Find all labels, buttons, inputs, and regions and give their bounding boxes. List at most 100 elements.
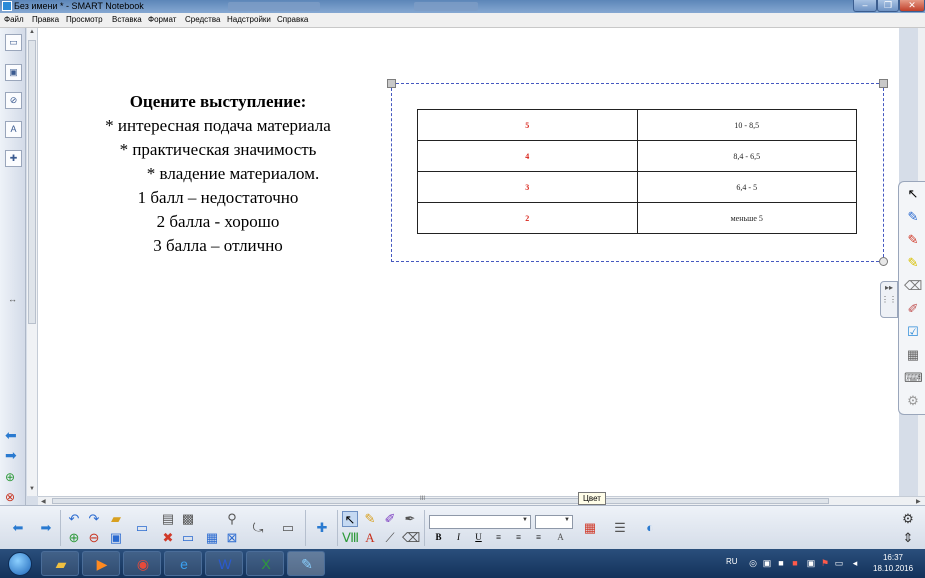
scroll-left-icon[interactable]: ◀: [41, 498, 46, 505]
taskbar-excel[interactable]: X: [246, 551, 284, 576]
paste-icon[interactable]: ▤: [160, 511, 176, 527]
page-sorter-tab[interactable]: ▭: [5, 34, 22, 51]
table-icon[interactable]: ▦: [204, 530, 220, 546]
evaluation-text-block[interactable]: Оцените выступление: * интересная подача…: [78, 90, 358, 258]
pen-tool-icon[interactable]: ✎: [362, 511, 378, 527]
open-file-icon[interactable]: ▰: [108, 511, 124, 527]
tray-app-icon[interactable]: ◎: [748, 558, 758, 568]
align-center-button[interactable]: ≡: [511, 530, 526, 545]
addon-puzzle-icon[interactable]: ✚: [314, 520, 330, 536]
scroll-right-icon[interactable]: ▶: [916, 498, 921, 505]
taskbar-word[interactable]: W: [205, 551, 243, 576]
line-tool-icon[interactable]: ⟋: [382, 530, 398, 546]
rotate-icon[interactable]: ⤿: [250, 520, 266, 536]
menu-tools[interactable]: Средства: [185, 15, 220, 24]
menu-addons[interactable]: Надстройки: [227, 15, 271, 24]
network-icon[interactable]: ▭: [834, 558, 844, 568]
scroll-down-icon[interactable]: ▼: [29, 486, 35, 492]
line-style-icon[interactable]: ☰: [612, 520, 628, 536]
redo-icon[interactable]: ↷: [86, 511, 102, 527]
range-cell[interactable]: 8,4 - 6,5: [636, 140, 857, 172]
eraser-tool-icon[interactable]: ⌫: [402, 530, 420, 546]
display-icon[interactable]: ▭: [180, 530, 196, 546]
resize-handle[interactable]: [879, 257, 888, 266]
menu-insert[interactable]: Вставка: [112, 15, 142, 24]
font-family-select[interactable]: ▼: [429, 515, 531, 529]
tray-app-icon[interactable]: ▣: [806, 558, 816, 568]
pen-tray-collapse-tab[interactable]: ▸▸ ⋮⋮: [880, 281, 898, 318]
taskbar-explorer[interactable]: ▰: [41, 551, 79, 576]
range-cell[interactable]: 6,4 - 5: [636, 171, 857, 203]
document-camera-icon[interactable]: ⚲: [224, 511, 240, 527]
notebook-page[interactable]: Оцените выступление: * интересная подача…: [38, 28, 899, 496]
menu-help[interactable]: Справка: [277, 15, 308, 24]
windows-start-icon[interactable]: [8, 552, 32, 576]
settings-gear-icon[interactable]: ⚙: [904, 392, 922, 410]
ink-aware-icon[interactable]: ☑: [904, 323, 922, 341]
save-icon[interactable]: ▣: [108, 530, 124, 546]
score-cell[interactable]: 3: [417, 171, 638, 203]
align-left-button[interactable]: ≡: [491, 530, 506, 545]
select-arrow-icon[interactable]: ↖: [904, 185, 922, 203]
bold-button[interactable]: B: [431, 530, 446, 545]
next-page-button[interactable]: ➡: [38, 520, 54, 536]
screen-capture-icon[interactable]: ▩: [180, 511, 196, 527]
range-cell[interactable]: 10 - 8,5: [636, 109, 857, 141]
horizontal-scrollbar[interactable]: ◀ III ▶: [38, 496, 925, 505]
addons-tab[interactable]: ✚: [5, 150, 22, 167]
input-language[interactable]: RU: [726, 557, 738, 566]
select-tool-icon[interactable]: ↖: [342, 511, 358, 527]
highlighter-icon[interactable]: ✎: [904, 254, 922, 272]
font-size-select[interactable]: ▼: [535, 515, 573, 529]
text-format-icon[interactable]: A: [553, 530, 568, 545]
presentation-icon[interactable]: ▭: [280, 520, 296, 536]
score-cell[interactable]: 5: [417, 109, 638, 141]
taskbar-media-player[interactable]: ▶: [82, 551, 120, 576]
minimize-button[interactable]: –: [853, 0, 877, 12]
menu-edit[interactable]: Правка: [32, 15, 59, 24]
undo-icon[interactable]: ↶: [66, 511, 82, 527]
previous-page-icon[interactable]: ⬅: [5, 428, 17, 442]
text-tool-icon[interactable]: A: [362, 530, 378, 546]
clear-ink-icon[interactable]: ✐: [904, 300, 922, 318]
red-pen-icon[interactable]: ✎: [904, 231, 922, 249]
delete-page-icon[interactable]: ⊗: [5, 490, 15, 504]
gallery-tab[interactable]: ▣: [5, 64, 22, 81]
tray-app-icon[interactable]: ■: [790, 558, 800, 568]
action-center-flag-icon[interactable]: ⚑: [820, 558, 830, 568]
attachments-tab[interactable]: ⊘: [5, 92, 22, 109]
align-right-button[interactable]: ≡: [531, 530, 546, 545]
next-page-icon[interactable]: ➡: [5, 448, 17, 462]
close-button[interactable]: ✕: [899, 0, 925, 12]
properties-tab[interactable]: A: [5, 121, 22, 138]
score-cell[interactable]: 2: [417, 202, 638, 234]
object-menu-handle[interactable]: [879, 79, 888, 88]
eraser-icon[interactable]: ⌫: [904, 277, 922, 295]
menu-view[interactable]: Просмотр: [66, 15, 103, 24]
taskbar-clock[interactable]: 16:37 18.10.2016: [873, 552, 913, 574]
italic-button[interactable]: I: [451, 530, 466, 545]
horizontal-scrollbar-thumb[interactable]: [52, 498, 829, 504]
underline-button[interactable]: U: [471, 530, 486, 545]
fullscreen-icon[interactable]: ⊠: [224, 530, 240, 546]
calculator-icon[interactable]: ▦: [904, 346, 922, 364]
taskbar-chrome[interactable]: ◉: [123, 551, 161, 576]
range-cell[interactable]: меньше 5: [636, 202, 857, 234]
taskbar-smart-notebook[interactable]: ✎: [287, 551, 325, 576]
blue-pen-icon[interactable]: ✎: [904, 208, 922, 226]
fill-effects-icon[interactable]: ◐: [642, 520, 658, 536]
menu-format[interactable]: Формат: [148, 15, 176, 24]
delete-page-icon[interactable]: ⊖: [86, 530, 102, 546]
tray-app-icon[interactable]: ▣: [762, 558, 772, 568]
color-palette-icon[interactable]: ▦: [582, 520, 598, 536]
taskbar-internet-explorer[interactable]: e: [164, 551, 202, 576]
sidebar-resize-icon[interactable]: ↔: [8, 294, 17, 304]
selection-handle-top-left[interactable]: [387, 79, 396, 88]
previous-page-button[interactable]: ⬅: [10, 520, 26, 536]
toolbar-settings-icon[interactable]: ⚙: [900, 511, 916, 527]
add-page-icon[interactable]: ⊕: [5, 470, 15, 484]
keyboard-icon[interactable]: ⌨: [904, 369, 923, 387]
scrollbar-thumb[interactable]: [28, 40, 36, 324]
menu-file[interactable]: Файл: [4, 15, 24, 24]
volume-icon[interactable]: ◂: [850, 558, 860, 568]
